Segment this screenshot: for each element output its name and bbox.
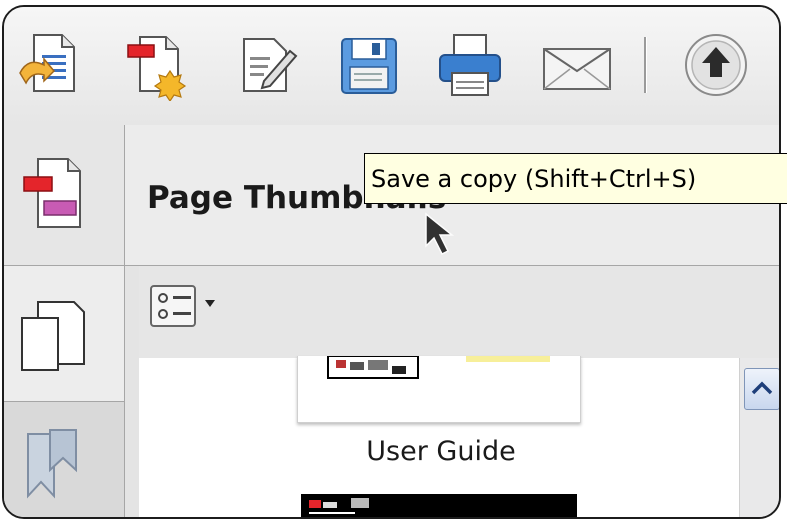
thumbnail-options-icon (150, 285, 215, 327)
nav-thumbnails[interactable] (4, 266, 124, 401)
edit-button[interactable] (230, 29, 302, 101)
page-thumbnail-image-2 (301, 494, 577, 517)
print-icon (439, 34, 501, 96)
toolbar (4, 7, 779, 126)
acrobat-window: Page Thumbnails User Guide (2, 5, 781, 519)
open-button[interactable] (14, 29, 86, 101)
save-icon (341, 38, 397, 94)
scroll-up-button[interactable] (744, 368, 779, 410)
toolbar-separator (644, 37, 647, 93)
chevron-up-icon (751, 381, 773, 395)
print-button[interactable] (434, 29, 506, 101)
edit-icon (243, 38, 298, 92)
chevron-down-icon (205, 300, 215, 307)
navigation-pane (4, 125, 125, 517)
nav-pages-panel[interactable] (4, 125, 124, 266)
pages-panel-icon (23, 158, 81, 228)
open-icon (19, 34, 75, 92)
bookmarks-icon (27, 429, 77, 499)
thumbnail-scrollbar[interactable] (739, 358, 779, 517)
thumbnail-list: User Guide (139, 355, 739, 517)
email-icon (543, 48, 611, 90)
panel-options-bar (139, 266, 779, 358)
email-button[interactable] (540, 29, 612, 101)
previous-page-icon (685, 34, 747, 96)
previous-page-button[interactable] (680, 29, 752, 101)
save-button[interactable] (334, 29, 406, 101)
thumbnail-page-2[interactable] (301, 494, 577, 517)
create-pdf-icon (127, 36, 187, 101)
thumbnail-page-1[interactable] (297, 355, 581, 423)
nav-bookmarks[interactable] (4, 401, 124, 517)
thumbnail-options-button[interactable] (147, 284, 227, 328)
page-thumbnail-image (327, 355, 550, 379)
thumbnails-icon (21, 301, 85, 371)
create-pdf-button[interactable] (122, 29, 194, 101)
thumbnail-label: User Guide (366, 436, 516, 467)
save-copy-tooltip: Save a copy (Shift+Ctrl+S) (364, 153, 787, 204)
mouse-cursor-icon (425, 212, 455, 256)
